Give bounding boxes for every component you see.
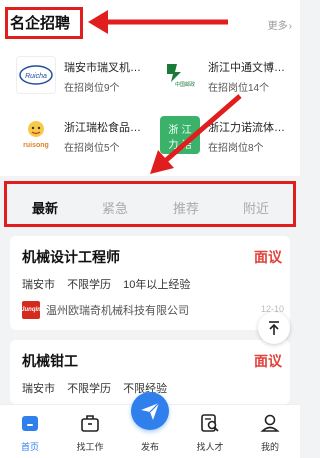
search-talent-icon [201, 414, 219, 432]
nav-find-job[interactable]: 找工作 [60, 405, 120, 458]
company-job-count: 在招岗位5个 [64, 143, 120, 154]
company-job-count: 在招岗位14个 [208, 83, 270, 94]
nav-label: 发布 [140, 442, 159, 452]
nav-find-talent[interactable]: 找人才 [180, 405, 240, 458]
svg-text:中国邮政: 中国邮政 [175, 81, 195, 88]
nav-label: 找人才 [196, 442, 224, 452]
nav-label: 我的 [260, 442, 279, 452]
job-title: 机械钳工 [22, 353, 78, 369]
company-card[interactable]: ruisong 浙江瑞松食品有限公司 在招岗位5个 [10, 110, 148, 160]
company-name: 浙江中通文博服务有限公司 [208, 62, 290, 74]
home-icon [22, 416, 38, 431]
job-company-name: 温州欧瑞奇机械科技有限公司 [46, 305, 189, 317]
svg-text:力 诺: 力 诺 [168, 138, 191, 151]
company-name: 瑞安市瑞叉机械有限公司 [64, 62, 146, 74]
arrow-up-icon [269, 321, 279, 335]
job-salary: 面议 [254, 249, 282, 265]
job-company-row: Junqin 温州欧瑞奇机械科技有限公司 [21, 300, 189, 320]
chevron-right-icon: › [288, 21, 292, 32]
job-card[interactable]: 机械设计工程师 面议 瑞安市 不限学历 10年以上经验 Junqin 温州欧瑞奇… [10, 236, 290, 330]
job-title: 机械设计工程师 [22, 249, 120, 265]
job-experience: 10年以上经验 [123, 279, 191, 291]
nav-profile[interactable]: 我的 [240, 405, 300, 458]
job-salary: 面议 [254, 353, 282, 369]
nav-label: 找工作 [76, 442, 104, 452]
svg-text:ruisong: ruisong [23, 142, 49, 149]
svg-text:浙 江: 浙 江 [168, 124, 191, 136]
company-name: 浙江瑞松食品有限公司 [64, 122, 146, 134]
company-logo: 浙 江 力 诺 [160, 116, 200, 154]
annotation-box-title [5, 7, 83, 39]
annotation-box-tabs [4, 181, 296, 227]
more-label: 更多 [267, 21, 288, 32]
job-education: 不限学历 [67, 279, 112, 291]
job-location: 瑞安市 [22, 383, 55, 395]
job-tags: 瑞安市 不限学历 10年以上经验 [22, 276, 199, 292]
company-card[interactable]: 中国邮政 浙江中通文博服务有限公司 在招岗位14个 [154, 50, 292, 100]
job-education: 不限学历 [67, 383, 112, 395]
briefcase-icon [81, 415, 99, 432]
svg-text:Ruicha: Ruicha [25, 73, 47, 80]
company-logo: Ruicha [16, 56, 56, 94]
job-location: 瑞安市 [22, 279, 55, 291]
company-job-count: 在招岗位8个 [208, 143, 264, 154]
company-job-count: 在招岗位9个 [64, 83, 120, 94]
company-name: 浙江力诺流体控制科技 [208, 122, 290, 134]
publish-button[interactable] [131, 392, 169, 430]
company-card[interactable]: 浙 江 力 诺 浙江力诺流体控制科技 在招岗位8个 [154, 110, 292, 160]
company-card[interactable]: Ruicha 瑞安市瑞叉机械有限公司 在招岗位9个 [10, 50, 148, 100]
back-to-top-button[interactable] [258, 312, 290, 344]
send-icon [141, 402, 160, 420]
nav-label: 首页 [20, 442, 39, 452]
more-link[interactable]: 更多› [268, 17, 292, 32]
company-logo: 中国邮政 [160, 56, 200, 94]
nav-home[interactable]: 首页 [0, 405, 60, 458]
user-icon [260, 414, 280, 432]
company-mini-logo: Junqin [21, 301, 41, 319]
company-logo: ruisong [16, 116, 56, 154]
